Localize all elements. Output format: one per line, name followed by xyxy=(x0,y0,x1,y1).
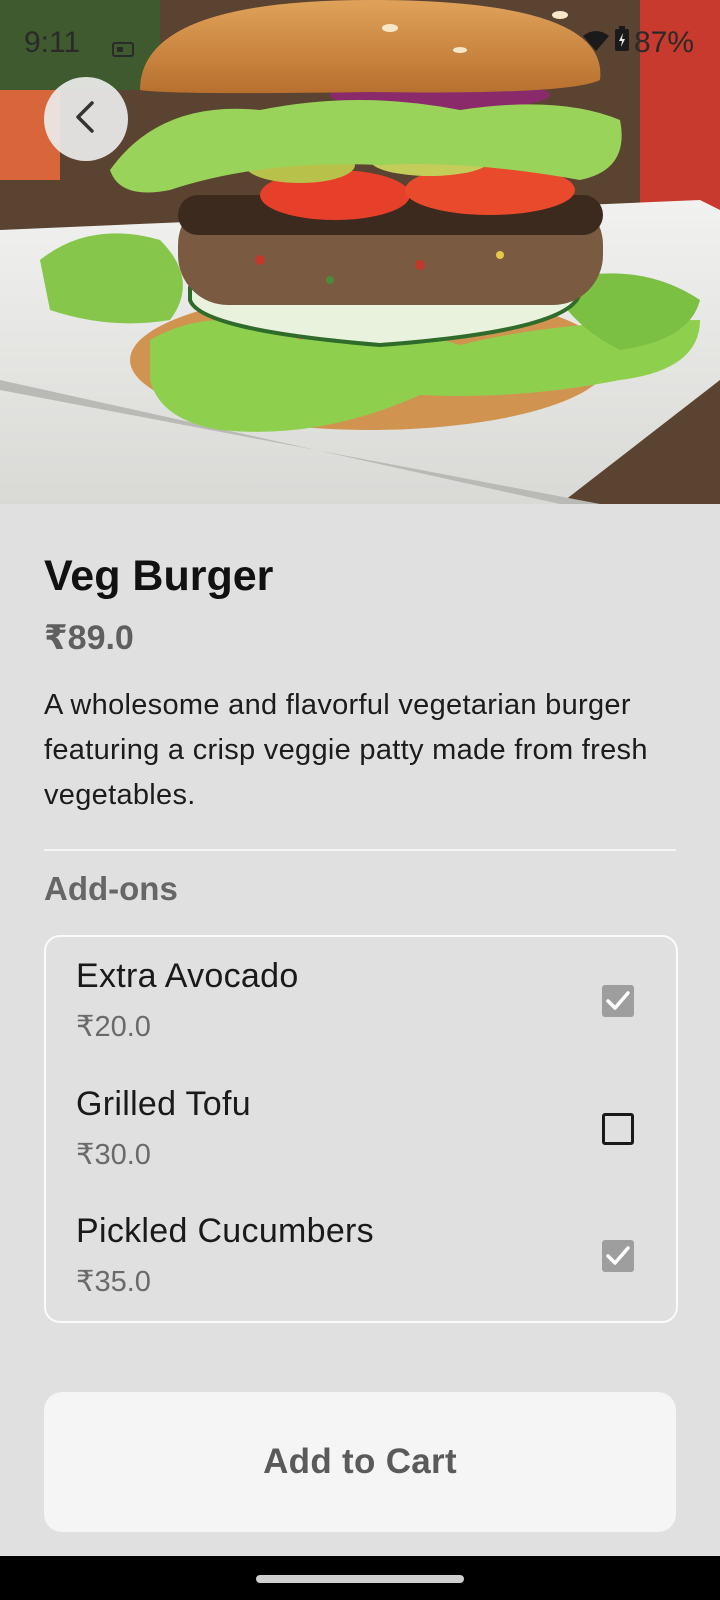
divider xyxy=(44,849,676,851)
addon-item-extra-avocado[interactable]: Extra Avocado ₹20.0 xyxy=(76,937,656,1047)
battery-icon xyxy=(614,26,630,60)
back-button[interactable] xyxy=(44,77,128,161)
addon-price: ₹30.0 xyxy=(76,1139,151,1171)
addon-name: Extra Avocado xyxy=(76,957,299,995)
addon-item-grilled-tofu[interactable]: Grilled Tofu ₹30.0 xyxy=(76,1065,656,1175)
sim-icon xyxy=(112,32,134,57)
addons-list: Extra Avocado ₹20.0 Grilled Tofu ₹30.0 P… xyxy=(44,935,678,1323)
status-bar: 9:11 87% xyxy=(0,0,720,90)
chevron-left-icon xyxy=(72,99,100,140)
addon-item-pickled-cucumbers[interactable]: Pickled Cucumbers ₹35.0 xyxy=(76,1192,656,1302)
addon-checkbox[interactable] xyxy=(602,1240,634,1272)
addon-price: ₹35.0 xyxy=(76,1266,151,1298)
addon-name: Grilled Tofu xyxy=(76,1085,251,1123)
product-name: Veg Burger xyxy=(44,552,274,600)
add-to-cart-button[interactable]: Add to Cart xyxy=(44,1392,676,1532)
status-time: 9:11 xyxy=(24,26,81,59)
check-icon xyxy=(606,1246,630,1265)
product-description: A wholesome and flavorful vegetarian bur… xyxy=(44,689,648,811)
wifi-icon xyxy=(582,26,610,60)
addon-price: ₹20.0 xyxy=(76,1011,151,1043)
status-right: 87% xyxy=(582,26,694,60)
product-price: ₹89.0 xyxy=(44,619,134,657)
addon-name: Pickled Cucumbers xyxy=(76,1212,374,1250)
battery-percent: 87% xyxy=(633,26,694,59)
home-gesture-handle[interactable] xyxy=(256,1575,464,1583)
check-icon xyxy=(606,991,630,1010)
addon-checkbox[interactable] xyxy=(602,1113,634,1145)
addons-title: Add-ons xyxy=(44,870,178,907)
addon-checkbox[interactable] xyxy=(602,985,634,1017)
